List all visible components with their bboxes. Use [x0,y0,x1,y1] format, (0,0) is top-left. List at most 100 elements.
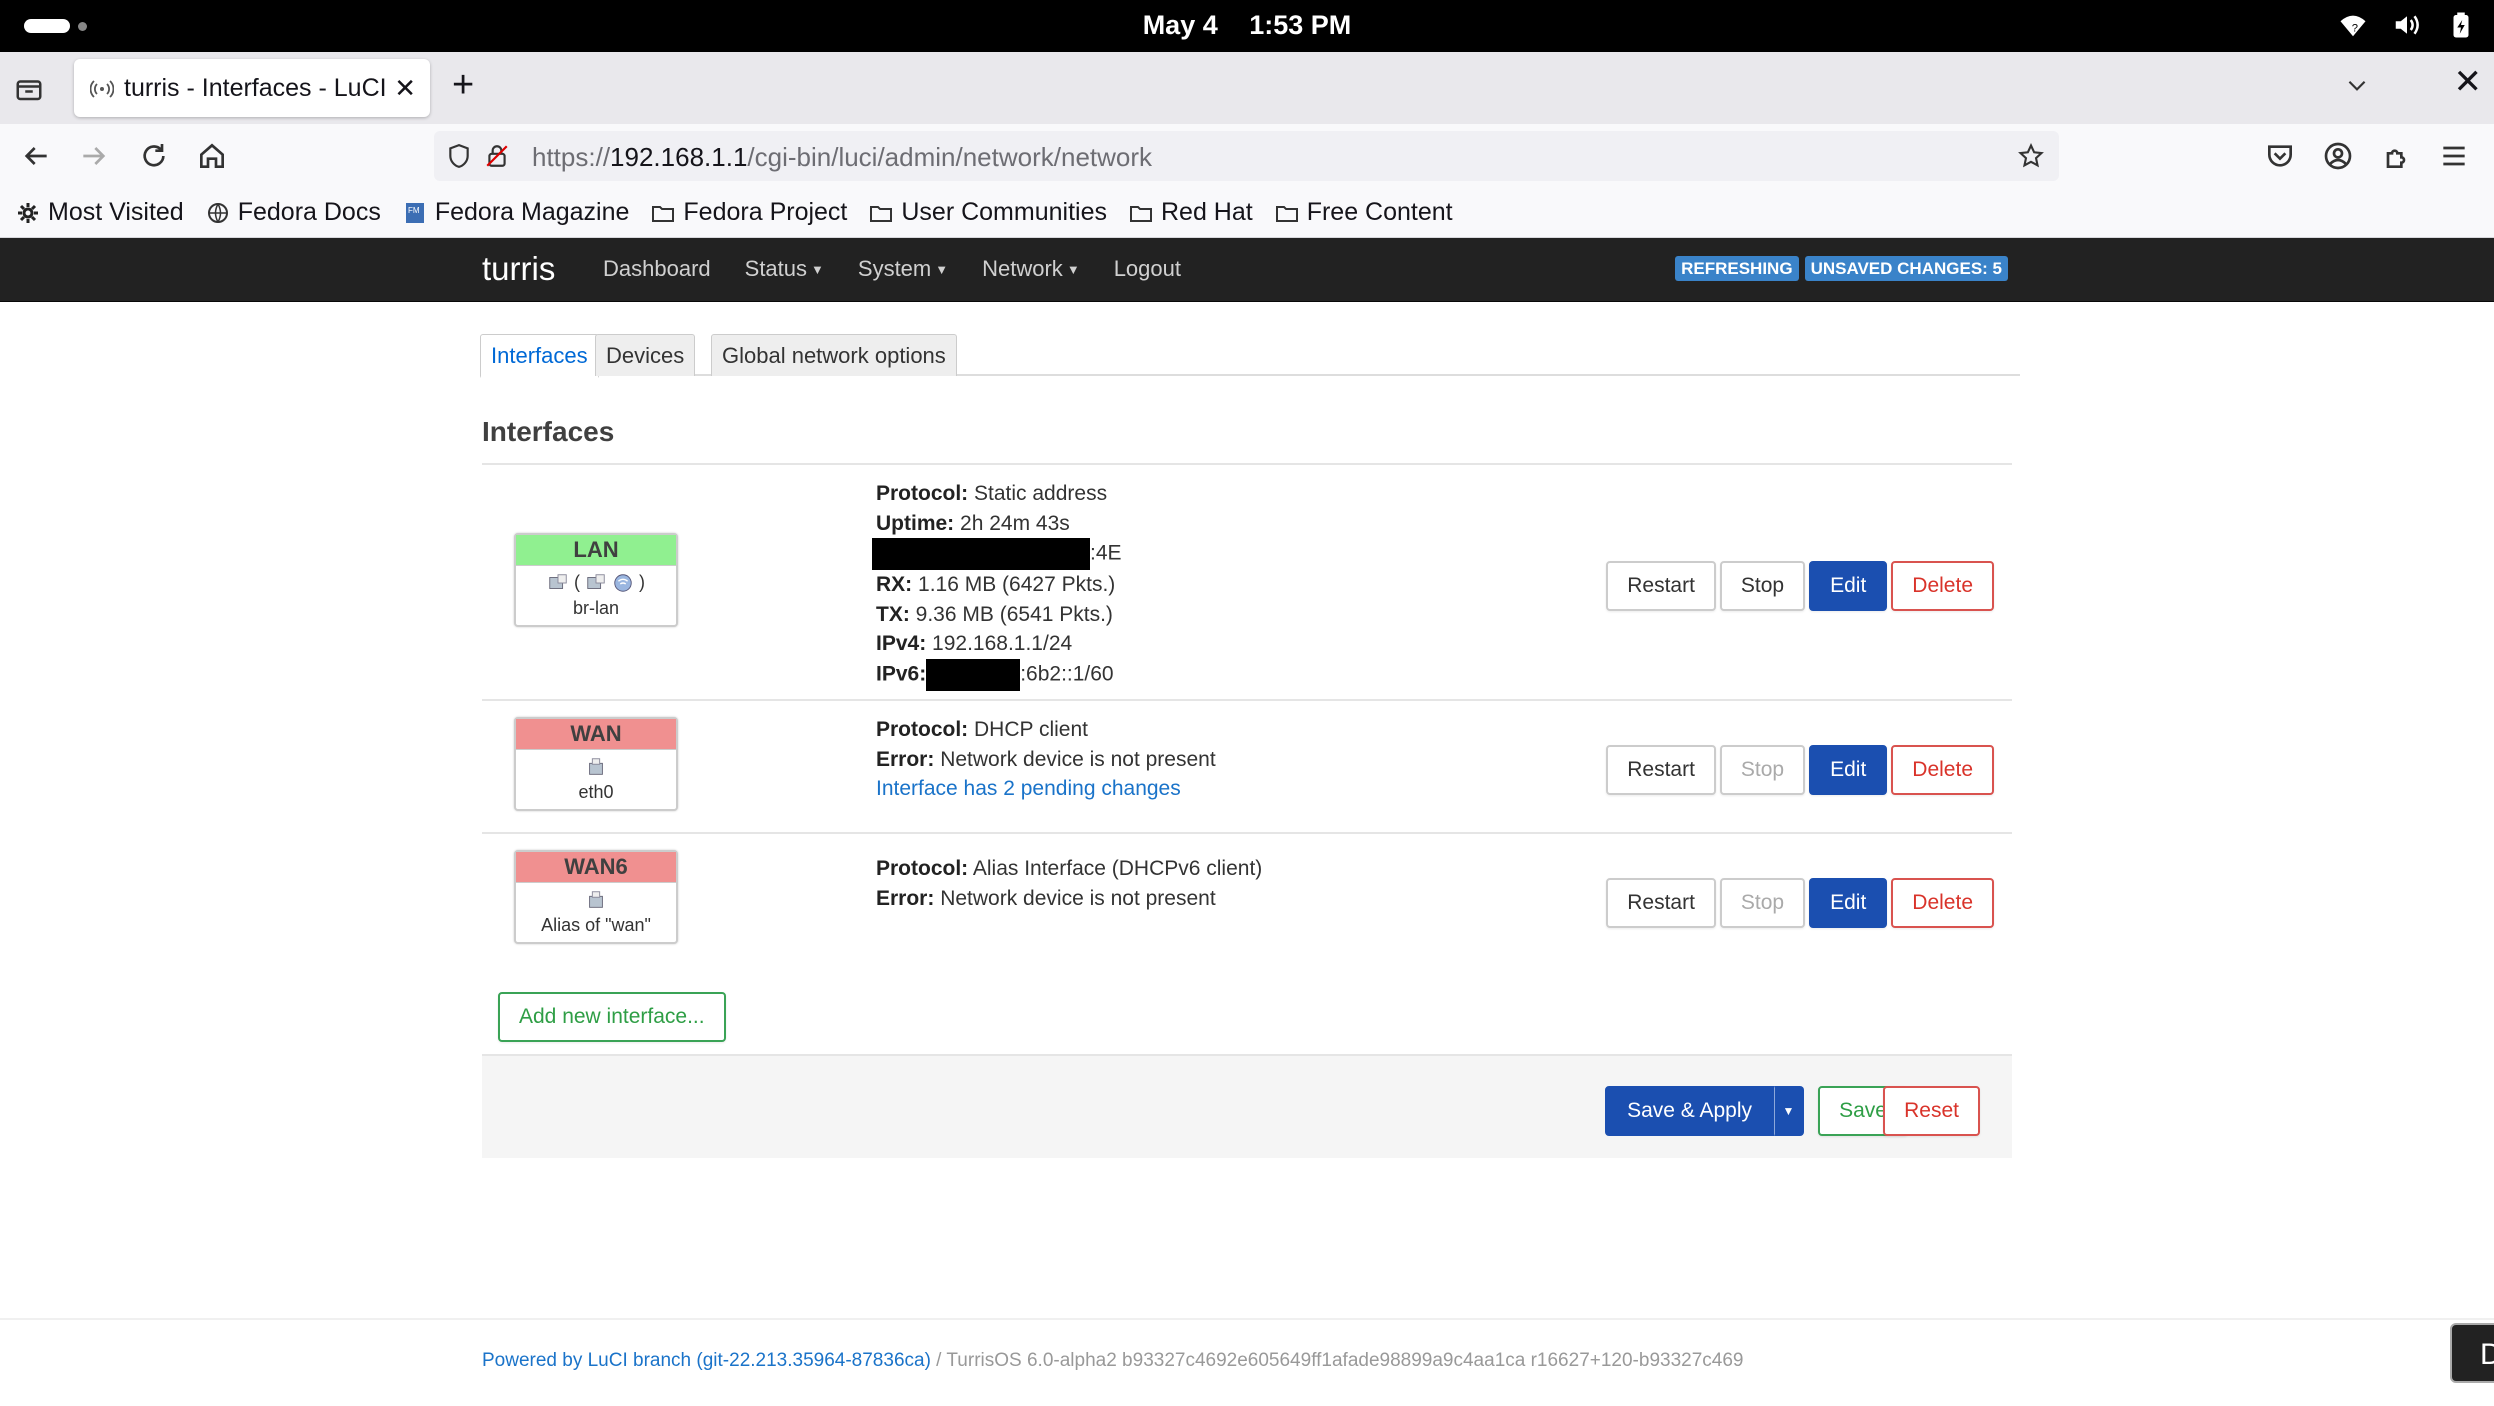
detail-label: Error: [876,886,935,910]
clock-time: 1:53 PM [1249,10,1352,40]
pending-changes-link[interactable]: Interface has 2 pending changes [876,774,1216,804]
bookmark-fedora-docs[interactable]: Fedora Docs [206,198,381,227]
clock[interactable]: May 4 1:53 PM [0,10,2494,41]
tab-devices[interactable]: Devices [595,334,696,376]
restart-button[interactable]: Restart [1606,561,1716,611]
brand-logo[interactable]: turris [482,250,555,288]
save-apply-dropdown-icon[interactable]: ▼ [1774,1086,1804,1136]
bookmark-most-visited[interactable]: Most Visited [16,198,184,227]
menu-label: Status [744,256,808,281]
bookmark-label: Most Visited [48,198,184,226]
save-apply-button[interactable]: Save & Apply [1605,1086,1774,1136]
home-icon[interactable] [196,140,228,172]
unsaved-changes-badge[interactable]: UNSAVED CHANGES: 5 [1804,256,2008,281]
url-bar[interactable]: https://192.168.1.1/cgi-bin/luci/admin/n… [434,131,2059,181]
bookmark-label: User Communities [901,198,1107,226]
luci-version-link[interactable]: Powered by LuCI branch (git-22.213.35964… [482,1350,931,1371]
add-interface-button[interactable]: Add new interface... [498,992,726,1042]
interface-name: WAN [516,719,676,750]
menu-label: System [857,256,932,281]
main-menu: Dashboard Status ▼ System ▼ Network ▼ Logou… [603,256,1181,282]
bookmark-free-content[interactable]: Free Content [1275,198,1453,227]
bookmark-user-communities[interactable]: User Communities [869,198,1107,227]
menu-network[interactable]: Network ▼ [982,256,1080,282]
tab-global-network-options[interactable]: Global network options [711,334,957,376]
device-name: eth0 [578,782,614,802]
shield-icon[interactable] [446,143,472,169]
window-close-icon[interactable]: ✕ [2454,62,2483,102]
delete-button[interactable]: Delete [1891,745,1994,795]
restart-button[interactable]: Restart [1606,745,1716,795]
delete-button[interactable]: Delete [1891,878,1994,928]
folder-icon [652,205,675,222]
detail-value: 9.36 MB (6541 Pkts.) [915,602,1113,626]
interface-name: WAN6 [516,852,676,883]
menu-system[interactable]: System ▼ [858,256,948,282]
forward-icon[interactable] [78,140,110,172]
footer-separator: / [930,1350,947,1371]
tab-list-icon[interactable] [14,74,44,104]
insecure-lock-icon[interactable] [484,143,510,169]
detail-rx: RX: 1.16 MB (6427 Pkts.) [876,570,1122,600]
folder-icon [1129,205,1152,222]
corner-button[interactable]: D [2450,1323,2494,1383]
detail-label: Protocol: [876,857,969,880]
alias-icon [589,891,603,909]
bookmarks-toolbar: Most Visited Fedora Docs FM Fedora Magazi… [0,188,2494,238]
detail-ipv6: IPv6::6b2::1/60 [876,658,1122,691]
extensions-icon[interactable] [2380,140,2412,172]
account-icon[interactable] [2322,140,2354,172]
url-domain: 192.168.1.1 [610,142,748,172]
interface-details-wan6: Protocol: Alias Interface (DHCPv6 client… [876,854,1262,913]
tab-interfaces[interactable]: Interfaces [480,334,599,378]
edit-button[interactable]: Edit [1809,561,1888,611]
reset-button[interactable]: Reset [1883,1086,1980,1136]
detail-value: Network device is not present [940,886,1216,910]
detail-label: Protocol: [876,718,969,741]
redaction-box [926,658,1021,691]
interface-actions-wan6: Restart Stop Edit Delete [1606,878,1994,928]
new-tab-icon[interactable]: + [452,64,474,107]
detail-protocol: Protocol: Static address [876,479,1122,509]
system-tray[interactable]: ? [2338,10,2476,40]
network-icon: ? [2340,15,2366,37]
detail-value: :6b2::1/60 [1020,662,1114,686]
tab-close-icon[interactable]: ✕ [394,73,416,104]
menu-hamburger-icon[interactable] [2438,140,2470,172]
menu-dashboard[interactable]: Dashboard [603,256,711,282]
delete-button[interactable]: Delete [1891,561,1994,611]
stop-button[interactable]: Stop [1719,561,1806,611]
footer-divider [0,1318,2494,1320]
stop-button[interactable]: Stop [1719,878,1806,928]
menu-status[interactable]: Status ▼ [745,256,824,282]
battery-icon [2453,12,2469,38]
tab-title: turris - Interfaces - LuCI [124,74,386,102]
page-actions-bar: Save & Apply ▼ Save Reset [482,1054,2012,1158]
ethernet-port-icon [549,574,567,590]
back-icon[interactable] [20,140,52,172]
bookmark-fedora-magazine[interactable]: FM Fedora Magazine [403,198,629,227]
device-name: br-lan [572,598,620,618]
refreshing-badge[interactable]: REFRESHING [1675,256,1799,281]
bookmark-red-hat[interactable]: Red Hat [1129,198,1253,227]
restart-button[interactable]: Restart [1606,878,1716,928]
reload-icon[interactable] [138,140,170,172]
edit-button[interactable]: Edit [1809,878,1888,928]
stop-button[interactable]: Stop [1719,745,1806,795]
interface-device: eth0 [516,750,676,809]
edit-button[interactable]: Edit [1809,745,1888,795]
bookmark-fedora-project[interactable]: Fedora Project [651,198,847,227]
url-text: https://192.168.1.1/cgi-bin/luci/admin/n… [532,142,1152,173]
tab-luci-interfaces[interactable]: turris - Interfaces - LuCI ✕ [74,59,430,117]
bookmark-star-icon[interactable] [2017,142,2045,170]
gear-icon [18,202,38,223]
browser-tab-strip: turris - Interfaces - LuCI ✕ + ✕ [0,52,2494,124]
save-apply-group: Save & Apply ▼ [1605,1086,1804,1136]
pocket-icon[interactable] [2264,140,2296,172]
device-icons: ( ) [516,572,676,596]
ethernet-port-icon [589,758,603,776]
menu-logout[interactable]: Logout [1114,256,1181,282]
fedora-magazine-icon: FM [405,202,424,223]
detail-mac: :4E [872,538,1122,570]
chevron-down-icon[interactable] [2344,72,2370,98]
